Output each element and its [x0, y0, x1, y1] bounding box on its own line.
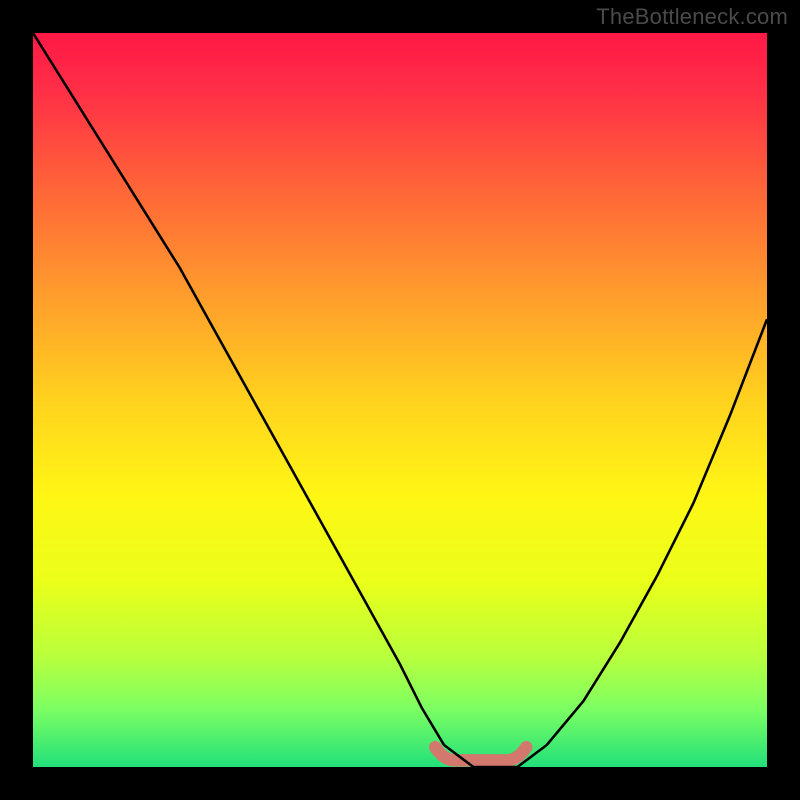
- bottleneck-curve: [33, 33, 767, 767]
- chart-frame: TheBottleneck.com: [0, 0, 800, 800]
- watermark-text: TheBottleneck.com: [596, 4, 788, 30]
- curve-layer: [33, 33, 767, 767]
- plot-area: [33, 33, 767, 767]
